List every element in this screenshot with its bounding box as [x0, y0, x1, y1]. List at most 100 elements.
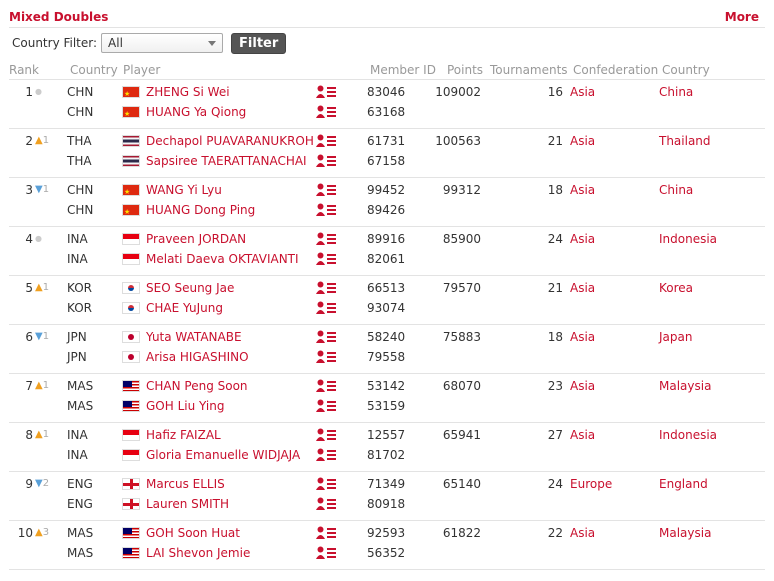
col-member-id[interactable]: Member ID [370, 63, 436, 77]
confederation-link[interactable]: Asia [570, 278, 595, 298]
flag-icon [122, 282, 140, 294]
player-profile-icon[interactable] [316, 448, 336, 462]
country-link[interactable]: China [659, 180, 693, 200]
flag-icon [122, 302, 140, 314]
player-1: CHAN Peng Soon [122, 376, 248, 396]
confederation-link[interactable]: Asia [570, 376, 595, 396]
col-player[interactable]: Player [123, 63, 160, 77]
player-name-link[interactable]: LAI Shevon Jemie [146, 543, 250, 563]
player-name-link[interactable]: GOH Liu Ying [146, 396, 224, 416]
player-name-link[interactable]: Lauren SMITH [146, 494, 229, 514]
col-rank[interactable]: Rank [9, 63, 39, 77]
player-2: Arisa HIGASHINO [122, 347, 249, 367]
player-name-link[interactable]: Yuta WATANABE [146, 327, 242, 347]
country-link[interactable]: Malaysia [659, 523, 711, 543]
player-profile-icon[interactable] [316, 203, 336, 217]
player-name-link[interactable]: WANG Yi Lyu [146, 180, 222, 200]
widget-title: Mixed Doubles [9, 10, 109, 24]
country-code: MAS [67, 546, 94, 560]
player-profile-icon[interactable] [316, 477, 336, 491]
country-link[interactable]: China [659, 82, 693, 102]
col-points[interactable]: Points [447, 63, 483, 77]
rank-trend: ▼1 [35, 180, 57, 200]
player-name-link[interactable]: SEO Seung Jae [146, 278, 234, 298]
player-name-link[interactable]: Melati Daeva OKTAVIANTI [146, 249, 299, 269]
confederation-link[interactable]: Europe [570, 474, 612, 494]
rank-trend: ▲1 [35, 376, 57, 396]
player-profile-icon[interactable] [316, 85, 336, 99]
player-1: SEO Seung Jae [122, 278, 234, 298]
player-name-link[interactable]: Hafiz FAIZAL [146, 425, 221, 445]
player-profile-icon[interactable] [316, 428, 336, 442]
player-name-link[interactable]: Marcus ELLIS [146, 474, 225, 494]
player-name-link[interactable]: HUANG Dong Ping [146, 200, 255, 220]
player-profile-icon[interactable] [316, 399, 336, 413]
player-name-link[interactable]: Sapsiree TAERATTANACHAI [146, 151, 307, 171]
confederation-link[interactable]: Asia [570, 425, 595, 445]
flag-icon [122, 331, 140, 343]
rank-trend: ● [35, 229, 57, 249]
col-country-code[interactable]: Country [70, 63, 118, 77]
country-filter-select[interactable]: All [101, 33, 224, 53]
flag-icon [122, 400, 140, 412]
player-name-link[interactable]: Praveen JORDAN [146, 229, 246, 249]
flag-icon [122, 233, 140, 245]
rank-number: 9 [25, 477, 33, 491]
confederation-link[interactable]: Asia [570, 523, 595, 543]
player-profile-icon[interactable] [316, 154, 336, 168]
player-profile-icon[interactable] [316, 546, 336, 560]
flag-icon [122, 106, 140, 118]
player-name-link[interactable]: Gloria Emanuelle WIDJAJA [146, 445, 300, 465]
confederation-link[interactable]: Asia [570, 82, 595, 102]
player-profile-icon[interactable] [316, 301, 336, 315]
country-link[interactable]: Indonesia [659, 229, 717, 249]
player-name-link[interactable]: ZHENG Si Wei [146, 82, 230, 102]
filter-button[interactable]: Filter [231, 32, 287, 54]
flag-icon [122, 351, 140, 363]
col-tournaments[interactable]: Tournaments [490, 63, 568, 77]
table-row: 8 ▲1 INA INA Hafiz FAIZAL Gloria Emanuelle WI… [9, 423, 765, 472]
player-profile-icon[interactable] [316, 134, 336, 148]
col-country[interactable]: Country [662, 63, 710, 77]
confederation-link[interactable]: Asia [570, 229, 595, 249]
player-profile-icon[interactable] [316, 252, 336, 266]
player-profile-icon[interactable] [316, 330, 336, 344]
country-link[interactable]: England [659, 474, 708, 494]
player-profile-icon[interactable] [316, 526, 336, 540]
player-profile-icon[interactable] [316, 497, 336, 511]
country-code: CHN [67, 203, 94, 217]
country-link[interactable]: Thailand [659, 131, 711, 151]
country-code: MAS [67, 399, 94, 413]
confederation-link[interactable]: Asia [570, 327, 595, 347]
player-profile-icon[interactable] [316, 281, 336, 295]
player-name-link[interactable]: CHAE YuJung [146, 298, 223, 318]
country-link[interactable]: Malaysia [659, 376, 711, 396]
country-code: INA [67, 232, 88, 246]
country-code: ENG [67, 477, 93, 491]
player-profile-icon[interactable] [316, 232, 336, 246]
player-name-link[interactable]: HUANG Ya Qiong [146, 102, 246, 122]
country-link[interactable]: Korea [659, 278, 693, 298]
player-name-link[interactable]: Arisa HIGASHINO [146, 347, 249, 367]
country-filter-value: All [108, 36, 123, 50]
player-profile-icon[interactable] [316, 379, 336, 393]
country-link[interactable]: Indonesia [659, 425, 717, 445]
rank-change: 1 [42, 282, 50, 293]
player-name-link[interactable]: Dechapol PUAVARANUKROH [146, 131, 314, 151]
confederation-link[interactable]: Asia [570, 180, 595, 200]
rank-number: 1 [25, 85, 33, 99]
more-link[interactable]: More [725, 10, 759, 24]
table-row: 5 ▲1 KOR KOR SEO Seung Jae CHAE YuJung 66513 93… [9, 276, 765, 325]
col-confederation[interactable]: Confederation [573, 63, 658, 77]
player-profile-icon[interactable] [316, 105, 336, 119]
rank-change: 1 [42, 135, 50, 146]
player-profile-icon[interactable] [316, 350, 336, 364]
player-profile-icon[interactable] [316, 183, 336, 197]
table-row: 7 ▲1 MAS MAS CHAN Peng Soon GOH Liu Ying 53142… [9, 374, 765, 423]
player-name-link[interactable]: GOH Soon Huat [146, 523, 240, 543]
rank-down-icon: ▼ [35, 478, 43, 489]
player-2: GOH Liu Ying [122, 396, 224, 416]
player-name-link[interactable]: CHAN Peng Soon [146, 376, 248, 396]
confederation-link[interactable]: Asia [570, 131, 595, 151]
country-link[interactable]: Japan [659, 327, 692, 347]
